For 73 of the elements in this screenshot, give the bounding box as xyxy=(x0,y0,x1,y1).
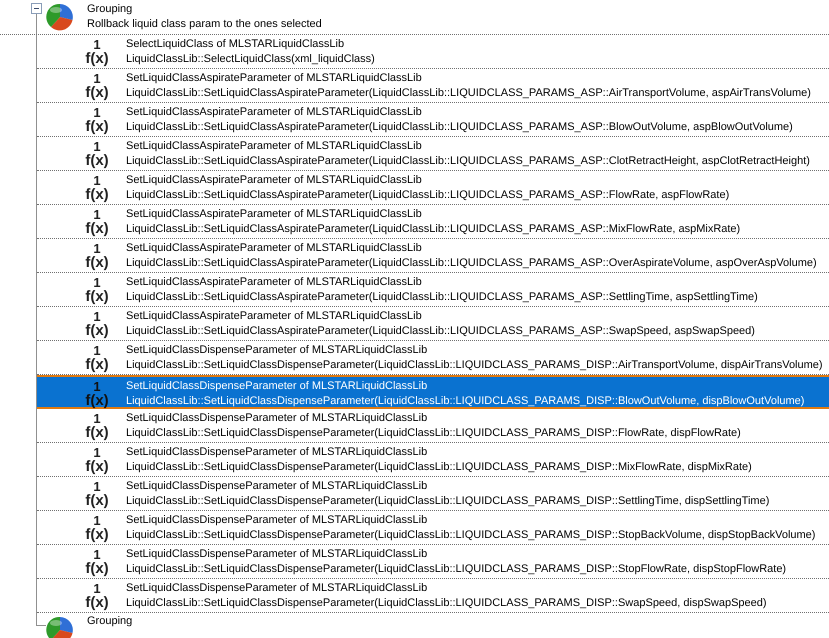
step-row[interactable]: 1 f(x) SetLiquidClassAspirateParameter of MLSTARLiquidClassLib LiquidClassLib::SetLiquidClassAspirateParameter(LiquidClassLib::LIQUIDCLASS_PARAMS_ASP::BlowOutVolume, aspBlowOutVolume) xyxy=(37,103,829,137)
step-row[interactable]: 1 f(x) SetLiquidClassDispenseParameter of MLSTARLiquidClassLib LiquidClassLib::SetLiquidClassDispenseParameter(LiquidClassLib::LIQUIDCLASS_PARAMS_DISP::StopFlowRate, dispStopFlowRate) xyxy=(37,545,829,579)
step-call: LiquidClassLib::SetLiquidClassDispenseParameter(LiquidClassLib::LIQUIDCLASS_PARAMS_DISP::StopBackVolume, dispStopBackVolume) xyxy=(126,528,816,543)
group-end-title: Grouping xyxy=(87,614,132,629)
group-comment: Rollback liquid class param to the ones selected xyxy=(87,17,322,32)
step-call: LiquidClassLib::SetLiquidClassAspirateParameter(LiquidClassLib::LIQUIDCLASS_PARAMS_ASP::MixFlowRate, aspMixRate) xyxy=(126,222,740,237)
step-row[interactable]: 1 f(x) SetLiquidClassAspirateParameter of MLSTARLiquidClassLib LiquidClassLib::SetLiquidClassAspirateParameter(LiquidClassLib::LIQUIDCLASS_PARAMS_ASP::SwapSpeed, aspSwapSpeed) xyxy=(37,307,829,341)
step-title: SetLiquidClassDispenseParameter of MLSTARLiquidClassLib xyxy=(126,513,428,528)
step-call: LiquidClassLib::SetLiquidClassAspirateParameter(LiquidClassLib::LIQUIDCLASS_PARAMS_ASP::FlowRate, aspFlowRate) xyxy=(126,188,730,203)
function-icon: 1 f(x) xyxy=(83,446,111,474)
collapse-toggle[interactable] xyxy=(31,3,42,14)
group-title: Grouping xyxy=(87,2,132,17)
step-row[interactable]: 1 f(x) SelectLiquidClass of MLSTARLiquidClassLib LiquidClassLib::SelectLiquidClass(xml_liquidClass) xyxy=(37,35,829,69)
function-icon: 1 f(x) xyxy=(83,140,111,168)
function-icon: 1 f(x) xyxy=(83,344,111,372)
step-title: SetLiquidClassDispenseParameter of MLSTARLiquidClassLib xyxy=(126,547,428,562)
step-call: LiquidClassLib::SetLiquidClassAspirateParameter(LiquidClassLib::LIQUIDCLASS_PARAMS_ASP::BlowOutVolume, aspBlowOutVolume) xyxy=(126,120,793,135)
step-row[interactable]: 1 f(x) SetLiquidClassDispenseParameter of MLSTARLiquidClassLib LiquidClassLib::SetLiquidClassDispenseParameter(LiquidClassLib::LIQUIDCLASS_PARAMS_DISP::SettlingTime, dispSettlingTime) xyxy=(37,477,829,511)
step-call: LiquidClassLib::SetLiquidClassAspirateParameter(LiquidClassLib::LIQUIDCLASS_PARAMS_ASP::ClotRetractHeight, aspClotRetractHeight) xyxy=(126,154,810,169)
step-call: LiquidClassLib::SetLiquidClassDispenseParameter(LiquidClassLib::LIQUIDCLASS_PARAMS_DISP::SwapSpeed, dispSwapSpeed) xyxy=(126,596,767,611)
step-title: SetLiquidClassAspirateParameter of MLSTARLiquidClassLib xyxy=(126,105,422,120)
step-title: SetLiquidClassDispenseParameter of MLSTARLiquidClassLib xyxy=(126,479,428,494)
group-end-icon xyxy=(45,615,75,638)
step-title: SetLiquidClassDispenseParameter of MLSTARLiquidClassLib xyxy=(126,411,428,426)
function-icon: 1 f(x) xyxy=(83,480,111,508)
step-call: LiquidClassLib::SelectLiquidClass(xml_liquidClass) xyxy=(126,52,375,67)
step-call: LiquidClassLib::SetLiquidClassDispenseParameter(LiquidClassLib::LIQUIDCLASS_PARAMS_DISP::FlowRate, dispFlowRate) xyxy=(126,426,741,441)
function-icon: 1 f(x) xyxy=(83,106,111,134)
step-row[interactable]: 1 f(x) SetLiquidClassAspirateParameter of MLSTARLiquidClassLib LiquidClassLib::SetLiquidClassAspirateParameter(LiquidClassLib::LIQUIDCLASS_PARAMS_ASP::MixFlowRate, aspMixRate) xyxy=(37,205,829,239)
step-row[interactable]: 1 f(x) SetLiquidClassDispenseParameter of MLSTARLiquidClassLib LiquidClassLib::SetLiquidClassDispenseParameter(LiquidClassLib::LIQUIDCLASS_PARAMS_DISP::StopBackVolume, dispStopBackVolume) xyxy=(37,511,829,545)
step-title: SetLiquidClassDispenseParameter of MLSTARLiquidClassLib xyxy=(126,445,428,460)
step-row[interactable]: 1 f(x) SetLiquidClassAspirateParameter of MLSTARLiquidClassLib LiquidClassLib::SetLiquidClassAspirateParameter(LiquidClassLib::LIQUIDCLASS_PARAMS_ASP::AirTransportVolume, aspAirTransVolume) xyxy=(37,69,829,103)
step-title: SetLiquidClassAspirateParameter of MLSTARLiquidClassLib xyxy=(126,309,422,324)
step-call: LiquidClassLib::SetLiquidClassDispenseParameter(LiquidClassLib::LIQUIDCLASS_PARAMS_DISP::AirTransportVolume, dispAirTransVolume) xyxy=(126,358,823,373)
function-icon: 1 f(x) xyxy=(83,412,111,440)
function-icon: 1 f(x) xyxy=(83,208,111,236)
function-icon: 1 f(x) xyxy=(83,380,111,408)
step-title: SetLiquidClassDispenseParameter of MLSTARLiquidClassLib xyxy=(126,343,428,358)
function-icon: 1 f(x) xyxy=(83,38,111,66)
step-title: SetLiquidClassAspirateParameter of MLSTARLiquidClassLib xyxy=(126,207,422,222)
step-call: LiquidClassLib::SetLiquidClassDispenseParameter(LiquidClassLib::LIQUIDCLASS_PARAMS_DISP::StopFlowRate, dispStopFlowRate) xyxy=(126,562,786,577)
step-row[interactable]: 1 f(x) SetLiquidClassAspirateParameter of MLSTARLiquidClassLib LiquidClassLib::SetLiquidClassAspirateParameter(LiquidClassLib::LIQUIDCLASS_PARAMS_ASP::FlowRate, aspFlowRate) xyxy=(37,171,829,205)
function-icon: 1 f(x) xyxy=(83,310,111,338)
step-title: SetLiquidClassAspirateParameter of MLSTARLiquidClassLib xyxy=(126,71,422,86)
group-icon xyxy=(45,2,75,32)
function-icon: 1 f(x) xyxy=(83,174,111,202)
step-title: SetLiquidClassAspirateParameter of MLSTARLiquidClassLib xyxy=(126,139,422,154)
step-title: SelectLiquidClass of MLSTARLiquidClassLib xyxy=(126,37,344,52)
step-title: SetLiquidClassAspirateParameter of MLSTARLiquidClassLib xyxy=(126,241,422,256)
step-call: LiquidClassLib::SetLiquidClassAspirateParameter(LiquidClassLib::LIQUIDCLASS_PARAMS_ASP::SwapSpeed, aspSwapSpeed) xyxy=(126,324,755,339)
step-call: LiquidClassLib::SetLiquidClassDispenseParameter(LiquidClassLib::LIQUIDCLASS_PARAMS_DISP::MixFlowRate, dispMixRate) xyxy=(126,460,752,475)
step-title: SetLiquidClassDispenseParameter of MLSTARLiquidClassLib xyxy=(126,581,428,596)
step-row[interactable]: 1 f(x) SetLiquidClassAspirateParameter of MLSTARLiquidClassLib LiquidClassLib::SetLiquidClassAspirateParameter(LiquidClassLib::LIQUIDCLASS_PARAMS_ASP::OverAspirateVolume, aspOverAspVolume) xyxy=(37,239,829,273)
step-call: LiquidClassLib::SetLiquidClassDispenseParameter(LiquidClassLib::LIQUIDCLASS_PARAMS_DISP::BlowOutVolume, dispBlowOutVolume) xyxy=(126,394,804,409)
step-call: LiquidClassLib::SetLiquidClassAspirateParameter(LiquidClassLib::LIQUIDCLASS_PARAMS_ASP::SettlingTime, aspSettlingTime) xyxy=(126,290,758,305)
step-row[interactable]: 1 f(x) SetLiquidClassAspirateParameter of MLSTARLiquidClassLib LiquidClassLib::SetLiquidClassAspirateParameter(LiquidClassLib::LIQUIDCLASS_PARAMS_ASP::ClotRetractHeight, aspClotRetractHeight) xyxy=(37,137,829,171)
step-row[interactable]: 1 f(x) SetLiquidClassAspirateParameter of MLSTARLiquidClassLib LiquidClassLib::SetLiquidClassAspirateParameter(LiquidClassLib::LIQUIDCLASS_PARAMS_ASP::SettlingTime, aspSettlingTime) xyxy=(37,273,829,307)
step-row[interactable]: 1 f(x) SetLiquidClassDispenseParameter of MLSTARLiquidClassLib LiquidClassLib::SetLiquidClassDispenseParameter(LiquidClassLib::LIQUIDCLASS_PARAMS_DISP::BlowOutVolume, dispBlowOutVolume) xyxy=(37,375,829,409)
step-row[interactable]: 1 f(x) SetLiquidClassDispenseParameter of MLSTARLiquidClassLib LiquidClassLib::SetLiquidClassDispenseParameter(LiquidClassLib::LIQUIDCLASS_PARAMS_DISP::FlowRate, dispFlowRate) xyxy=(37,409,829,443)
step-call: LiquidClassLib::SetLiquidClassAspirateParameter(LiquidClassLib::LIQUIDCLASS_PARAMS_ASP::OverAspirateVolume, aspOverAspVolume) xyxy=(126,256,817,271)
step-row[interactable]: 1 f(x) SetLiquidClassDispenseParameter of MLSTARLiquidClassLib LiquidClassLib::SetLiquidClassDispenseParameter(LiquidClassLib::LIQUIDCLASS_PARAMS_DISP::SwapSpeed, dispSwapSpeed) xyxy=(37,579,829,613)
step-call: LiquidClassLib::SetLiquidClassDispenseParameter(LiquidClassLib::LIQUIDCLASS_PARAMS_DISP::SettlingTime, dispSettlingTime) xyxy=(126,494,770,509)
function-icon: 1 f(x) xyxy=(83,242,111,270)
step-title: SetLiquidClassDispenseParameter of MLSTARLiquidClassLib xyxy=(126,379,428,394)
function-icon: 1 f(x) xyxy=(83,548,111,576)
step-call: LiquidClassLib::SetLiquidClassAspirateParameter(LiquidClassLib::LIQUIDCLASS_PARAMS_ASP::AirTransportVolume, aspAirTransVolume) xyxy=(126,86,811,101)
step-title: SetLiquidClassAspirateParameter of MLSTARLiquidClassLib xyxy=(126,173,422,188)
step-title: SetLiquidClassAspirateParameter of MLSTARLiquidClassLib xyxy=(126,275,422,290)
function-icon: 1 f(x) xyxy=(83,276,111,304)
function-icon: 1 f(x) xyxy=(83,72,111,100)
function-icon: 1 f(x) xyxy=(83,582,111,610)
step-row[interactable]: 1 f(x) SetLiquidClassDispenseParameter of MLSTARLiquidClassLib LiquidClassLib::SetLiquidClassDispenseParameter(LiquidClassLib::LIQUIDCLASS_PARAMS_DISP::MixFlowRate, dispMixRate) xyxy=(37,443,829,477)
function-icon: 1 f(x) xyxy=(83,514,111,542)
